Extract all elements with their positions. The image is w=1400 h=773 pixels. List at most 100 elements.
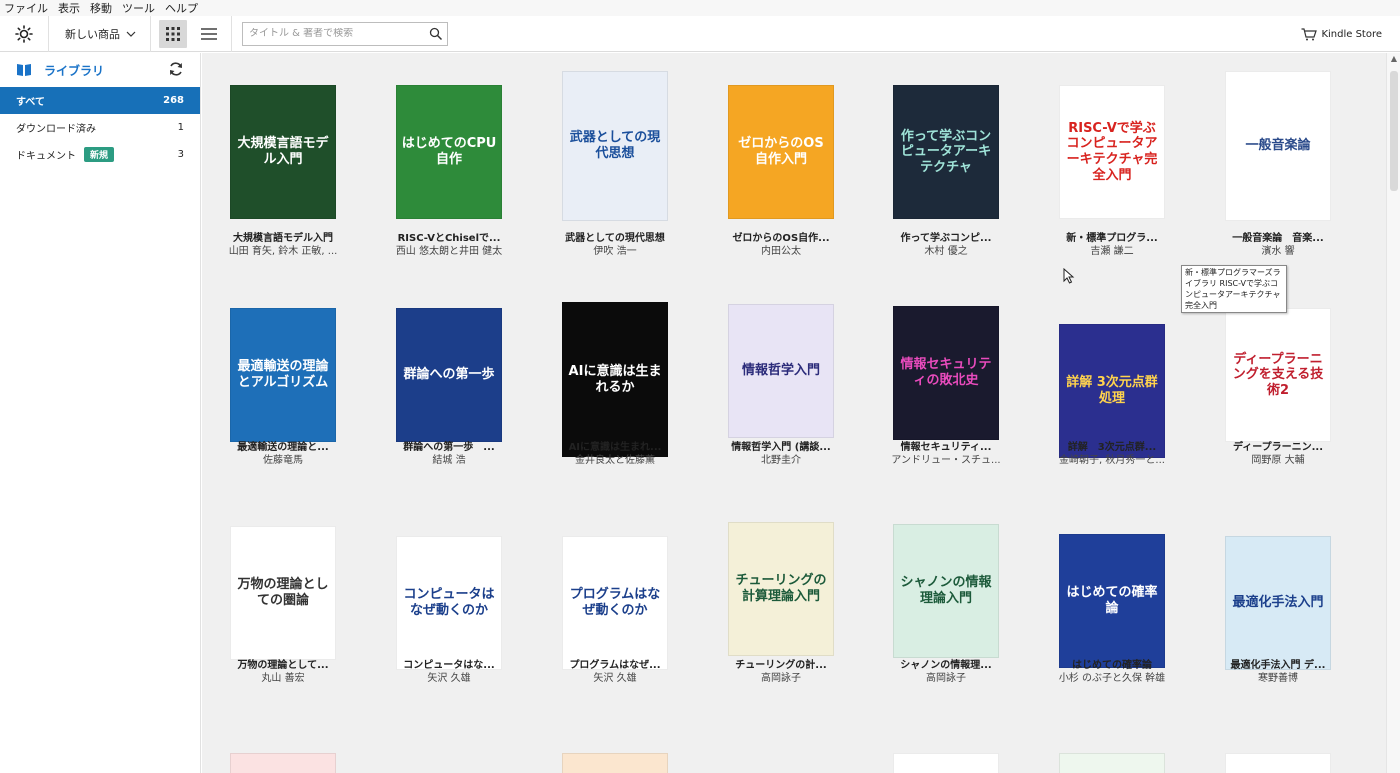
book-cover[interactable]: コンピュータはなぜ動くのか — [396, 536, 502, 670]
book-cover-title: 大規模言語モデル入門 — [237, 136, 329, 167]
grid-view-button[interactable] — [159, 19, 187, 48]
book-item[interactable]: 最適化手法入門 最適化手法入門 デ... 寒野善博 — [1208, 508, 1348, 708]
book-cover[interactable]: ゼロからのOS自作入門 — [728, 85, 834, 219]
book-item[interactable]: シャノンの情報理論入門 シャノンの情報理... 高岡詠子 — [876, 508, 1016, 708]
scrollbar[interactable]: ▲ — [1386, 53, 1400, 773]
book-item[interactable]: 最適輸送の理論とアルゴリズム 最適輸送の理論と... 佐藤竜馬 — [213, 290, 353, 490]
brightness-icon[interactable] — [0, 16, 48, 52]
book-cover[interactable] — [1225, 753, 1331, 773]
book-cover[interactable]: シャノンの情報理論入門 — [893, 524, 999, 658]
sidebar-item-label: すべて — [16, 97, 45, 108]
book-item[interactable]: はじめてのCPU自作 RISC-VとChiselで... 西山 悠太朗と井田 健太 — [379, 81, 519, 281]
book-cover-title: 詳解 3次元点群処理 — [1066, 375, 1158, 406]
book-author: 濱水 響 — [1261, 246, 1295, 257]
book-item[interactable]: 大規模言語モデル入門 大規模言語モデル入門 山田 育矢, 鈴木 正敏, ... — [213, 81, 353, 281]
book-cover[interactable]: 武器としての現代思想 — [562, 71, 668, 221]
book-author: 小杉 のぶ子と久保 幹雄 — [1058, 673, 1166, 684]
book-item[interactable]: 情報哲学入門 情報哲学入門 (講談... 北野圭介 — [711, 290, 851, 490]
book-item[interactable]: 武器としての現代思想 武器としての現代思想 伊吹 浩一 — [545, 71, 685, 281]
book-cover[interactable]: AIに意識は生まれるか — [562, 302, 668, 457]
book-item[interactable]: AIに意識は生まれるか AIに意識は生まれ... 金井良太と佐藤薫 — [545, 290, 685, 490]
kindle-store-button[interactable]: Kindle Store — [1301, 16, 1382, 52]
kindle-store-label: Kindle Store — [1321, 28, 1382, 40]
book-cover[interactable]: 一般音楽論 — [1225, 71, 1331, 221]
menu-view[interactable]: 表示 — [58, 0, 80, 16]
sidebar-item-documents[interactable]: ドキュメント 新規 3 — [0, 141, 200, 168]
book-item[interactable]: ディープラーニングを支える技術2 ディープラーニン... 岡野原 大輔 — [1208, 290, 1348, 490]
sidebar-item-count: 268 — [163, 95, 184, 106]
book-cover-title: 一般音楽論 — [1245, 138, 1311, 154]
book-cover[interactable] — [893, 753, 999, 773]
search-icon[interactable] — [429, 27, 443, 41]
book-cover[interactable]: 群論への第一歩 — [396, 308, 502, 442]
menu-file[interactable]: ファイル — [4, 0, 48, 16]
book-cover[interactable]: 情報セキュリティの敗北史 — [893, 306, 999, 440]
book-author: 北野圭介 — [761, 455, 801, 466]
book-cover[interactable]: チューリングの計算理論入門 — [728, 522, 834, 656]
book-cover-title: シャノンの情報理論入門 — [900, 575, 992, 606]
book-cover-title: 最適輸送の理論とアルゴリズム — [237, 359, 329, 390]
book-cover[interactable]: 作って学ぶコンピュータアーキテクチャ — [893, 85, 999, 219]
scroll-up-icon[interactable]: ▲ — [1387, 53, 1400, 65]
book-cover[interactable]: はじめてのCPU自作 — [396, 85, 502, 219]
grid-icon — [166, 26, 180, 41]
book-author: 西山 悠太朗と井田 健太 — [395, 246, 503, 257]
sidebar-item-count: 3 — [177, 149, 184, 160]
book-item[interactable]: 万物の理論としての圏論 万物の理論として... 丸山 善宏 — [213, 508, 353, 708]
search-input[interactable] — [249, 28, 429, 39]
book-author: アンドリュー・スチュ... — [891, 455, 1001, 466]
book-item[interactable]: ゼロからのOS自作入門 ゼロからのOS自作... 内田公太 — [711, 81, 851, 281]
book-author: 吉瀬 謙二 — [1090, 246, 1134, 257]
book-author: 金井良太と佐藤薫 — [575, 455, 655, 466]
list-view-button[interactable] — [195, 20, 223, 48]
book-item[interactable]: プログラムはなぜ動くのか プログラムはなぜ... 矢沢 久雄 — [545, 508, 685, 708]
book-cover-title: はじめてのCPU自作 — [401, 136, 497, 167]
book-author: 高岡詠子 — [761, 673, 801, 684]
book-cover-title: ディープラーニングを支える技術2 — [1232, 351, 1324, 398]
book-cover[interactable]: はじめての確率論 — [1059, 534, 1165, 668]
tooltip: 新・標準プログラマーズライブラリ RISC-Vで学ぶコンピュータアーキテクチャ … — [1181, 265, 1287, 313]
book-cover[interactable] — [230, 753, 336, 773]
book-cover-title: プログラムはなぜ動くのか — [569, 587, 661, 618]
book-item[interactable]: はじめての確率論 はじめての確率論 小杉 のぶ子と久保 幹雄 — [1042, 508, 1182, 708]
book-author: 伊吹 浩一 — [593, 246, 637, 257]
sidebar-item-all[interactable]: すべて 268 — [0, 87, 200, 114]
book-item[interactable]: 群論への第一歩 群論への第一歩 ... 結城 浩 — [379, 290, 519, 490]
book-author: 内田公太 — [761, 246, 801, 257]
book-cover[interactable]: ディープラーニングを支える技術2 — [1225, 308, 1331, 442]
sidebar-item-label: ドキュメント — [16, 151, 76, 162]
book-cover[interactable]: 情報哲学入門 — [728, 304, 834, 438]
new-badge: 新規 — [84, 147, 115, 162]
menu-help[interactable]: ヘルプ — [165, 0, 198, 16]
book-cover[interactable]: RISC-Vで学ぶコンピュータアーキテクチャ完全入門 — [1059, 85, 1165, 219]
book-item[interactable]: 詳解 3次元点群処理 詳解 3次元点群... 金崎朝子, 秋月秀一と... — [1042, 290, 1182, 490]
toolbar-divider — [231, 15, 232, 52]
book-cover[interactable]: 最適化手法入門 — [1225, 536, 1331, 670]
sort-dropdown[interactable]: 新しい商品 — [49, 16, 150, 52]
book-cover-title: ゼロからのOS自作入門 — [738, 136, 824, 167]
sidebar-item-downloaded[interactable]: ダウンロード済み 1 — [0, 114, 200, 141]
scroll-thumb[interactable] — [1390, 71, 1398, 191]
sort-label: 新しい商品 — [65, 27, 120, 41]
book-cover[interactable]: プログラムはなぜ動くのか — [562, 536, 668, 670]
menu-tools[interactable]: ツール — [122, 0, 155, 16]
book-item[interactable]: 一般音楽論 一般音楽論 音楽... 濱水 響 — [1208, 71, 1348, 281]
book-item[interactable]: 情報セキュリティの敗北史 情報セキュリティ... アンドリュー・スチュ... — [876, 290, 1016, 490]
book-item[interactable]: 作って学ぶコンピュータアーキテクチャ 作って学ぶコンピ... 木村 優之 — [876, 81, 1016, 281]
cart-icon — [1301, 27, 1318, 40]
book-cover-title: 作って学ぶコンピュータアーキテクチャ — [900, 128, 992, 175]
sync-icon[interactable] — [168, 61, 184, 77]
book-author: 高岡詠子 — [926, 673, 966, 684]
book-cover[interactable]: 最適輸送の理論とアルゴリズム — [230, 308, 336, 442]
book-cover[interactable] — [562, 753, 668, 773]
toolbar-divider — [150, 15, 151, 52]
book-cover[interactable]: 万物の理論としての圏論 — [230, 526, 336, 660]
mouse-cursor-icon — [1063, 268, 1075, 284]
book-item[interactable]: コンピュータはなぜ動くのか コンピュータはな... 矢沢 久雄 — [379, 508, 519, 708]
book-item[interactable]: チューリングの計算理論入門 チューリングの計... 高岡詠子 — [711, 508, 851, 708]
book-item[interactable]: RISC-Vで学ぶコンピュータアーキテクチャ完全入門 新・標準プログラ... 吉瀬 … — [1042, 81, 1182, 281]
book-author: 丸山 善宏 — [261, 673, 305, 684]
book-cover[interactable]: 大規模言語モデル入門 — [230, 85, 336, 219]
book-cover[interactable] — [1059, 753, 1165, 773]
menu-go[interactable]: 移動 — [90, 0, 112, 16]
